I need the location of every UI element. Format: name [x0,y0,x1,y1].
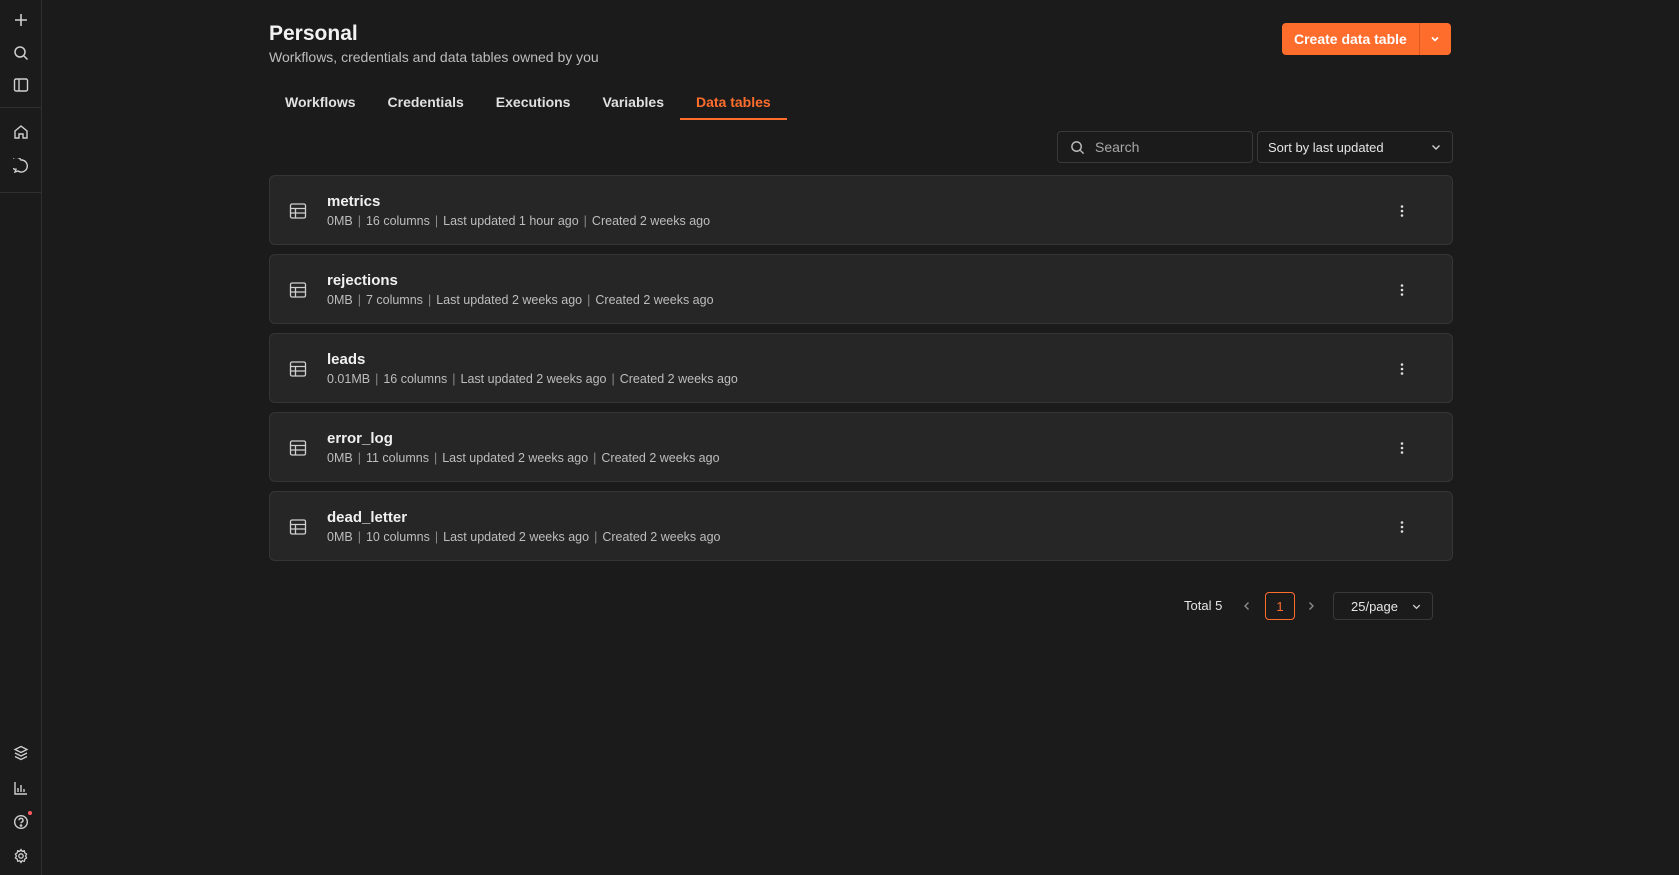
search-box [1057,131,1253,163]
page-title: Personal [269,22,358,45]
table-updated: Last updated 2 weeks ago [442,451,589,465]
table-icon [289,203,307,219]
prev-page-button[interactable] [1237,596,1257,616]
table-created: Created 2 weeks ago [619,372,738,386]
help-icon[interactable] [9,810,33,834]
search-icon[interactable] [9,41,33,65]
table-columns: 7 columns [365,293,423,307]
tab-variables[interactable]: Variables [586,88,680,120]
data-table-name: metrics [327,193,381,210]
pagination: Total 5 1 25/page [269,592,1453,620]
search-icon [1071,140,1085,154]
table-icon [289,519,307,535]
more-options-button[interactable] [1390,357,1414,381]
insights-icon[interactable] [9,776,33,800]
sidebar [0,0,42,875]
table-columns: 10 columns [365,530,430,544]
chevron-left-icon [1244,602,1249,610]
vertical-dots-icon [1400,363,1404,375]
data-table-name: leads [327,351,366,368]
more-options-button[interactable] [1390,278,1414,302]
notification-dot [28,811,32,815]
table-updated: Last updated 2 weeks ago [443,530,590,544]
table-created: Created 2 weeks ago [591,214,711,228]
chevron-right-icon [1309,602,1314,610]
table-size: 0MB [327,451,353,465]
vertical-dots-icon [1400,205,1404,217]
vertical-dots-icon [1400,521,1404,533]
sort-select-value: Sort by last updated [1268,139,1384,155]
chat-icon[interactable] [9,154,33,178]
data-table-card[interactable]: dead_letter 0MB | 10 columns | Last updated … [269,491,1453,561]
data-table-name: dead_letter [327,509,408,526]
more-options-button[interactable] [1390,199,1414,223]
page-size-select[interactable]: 25/page [1333,592,1433,620]
table-icon [289,361,307,377]
table-size: 0MB [327,214,353,228]
table-columns: 11 columns [365,451,429,465]
data-table-meta: 0MB | 16 columns | Last updated 1 hour ago | C… [327,214,711,228]
table-icon [289,282,307,298]
table-size: 0MB [327,293,353,307]
table-columns: 16 columns [365,214,430,228]
table-updated: Last updated 2 weeks ago [436,293,583,307]
plus-icon[interactable] [9,8,33,32]
more-options-button[interactable] [1390,436,1414,460]
templates-icon[interactable] [9,741,33,765]
data-table-name: rejections [327,272,398,289]
next-page-button[interactable] [1301,596,1321,616]
data-table-list: metrics 0MB | 16 columns | Last updated 1 ho… [269,175,1453,570]
data-table-meta: 0MB | 7 columns | Last updated 2 weeks ago | C… [327,293,714,307]
table-created: Created 2 weeks ago [601,451,720,465]
page-number-button[interactable]: 1 [1265,592,1295,620]
page-size-value: 25/page [1351,598,1398,614]
search-input[interactable] [1095,139,1245,155]
tab-data-tables[interactable]: Data tables [679,88,787,120]
home-icon[interactable] [9,120,33,144]
chevron-down-icon [1432,145,1440,150]
tab-bar: Workflows Credentials Executions Variabl… [269,88,787,120]
data-table-name: error_log [327,430,393,447]
data-table-meta: 0MB | 10 columns | Last updated 2 weeks ago |… [327,530,721,544]
settings-icon[interactable] [9,844,33,868]
table-size: 0.01MB [327,372,371,386]
page-subtitle: Workflows, credentials and data tables o… [269,49,599,65]
table-updated: Last updated 1 hour ago [443,214,579,228]
data-table-card[interactable]: error_log 0MB | 11 columns | Last updated 2 … [269,412,1453,482]
chevron-down-icon [1412,604,1421,609]
pagination-total: Total 5 [1184,598,1223,613]
table-columns: 16 columns [383,372,448,386]
table-size: 0MB [327,530,353,544]
create-data-table-button[interactable]: Create data table [1282,23,1419,55]
sidebar-toggle-icon[interactable] [9,73,33,97]
table-updated: Last updated 2 weeks ago [460,372,607,386]
sidebar-divider [0,107,42,108]
data-table-meta: 0MB | 11 columns | Last updated 2 weeks ago |… [327,451,720,465]
more-options-button[interactable] [1390,515,1414,539]
tab-executions[interactable]: Executions [480,88,587,120]
table-icon [289,440,307,456]
data-table-meta: 0.01MB | 16 columns | Last updated 2 weeks a… [327,372,738,386]
sort-select[interactable]: Sort by last updated [1257,131,1453,163]
sidebar-divider [0,192,42,193]
create-options-dropdown-button[interactable] [1418,23,1451,55]
vertical-dots-icon [1400,442,1404,454]
tab-workflows[interactable]: Workflows [269,88,372,120]
tab-credentials[interactable]: Credentials [372,88,480,120]
data-table-card[interactable]: rejections 0MB | 7 columns | Last updated 2 … [269,254,1453,324]
data-table-card[interactable]: leads 0.01MB | 16 columns | Last updated 2 w… [269,333,1453,403]
table-created: Created 2 weeks ago [595,293,714,307]
table-created: Created 2 weeks ago [602,530,721,544]
create-button-group: Create data table [1282,23,1451,55]
data-table-card[interactable]: metrics 0MB | 16 columns | Last updated 1 ho… [269,175,1453,245]
vertical-dots-icon [1400,284,1404,296]
chevron-down-icon [1431,36,1439,42]
